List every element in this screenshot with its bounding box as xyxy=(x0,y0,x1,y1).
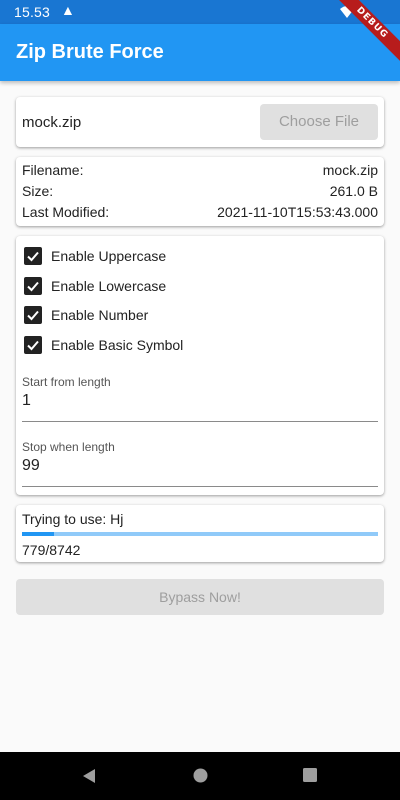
info-row-size: Size: 261.0 B xyxy=(22,183,378,203)
checkbox-lowercase[interactable] xyxy=(24,277,42,295)
options-card: Enable Uppercase Enable Lowercase Enable… xyxy=(16,236,384,495)
recents-icon[interactable] xyxy=(303,768,317,782)
checkbox-label: Enable Basic Symbol xyxy=(51,337,184,353)
warning-icon: ▲ xyxy=(61,2,75,18)
bypass-now-button[interactable]: Bypass Now! xyxy=(16,579,384,615)
stop-length-field[interactable]: Stop when length 99 xyxy=(22,440,378,488)
check-icon xyxy=(27,281,39,292)
info-value: 2021-11-10T15:53:43.000 xyxy=(217,204,378,220)
progress-count: 779/8742 xyxy=(22,542,81,558)
info-label: Size: xyxy=(22,183,54,199)
checkbox-number[interactable] xyxy=(24,306,42,324)
selected-file-name: mock.zip xyxy=(22,114,82,131)
progress-bar xyxy=(22,532,378,536)
field-underline xyxy=(22,486,378,487)
back-icon[interactable] xyxy=(82,768,96,784)
info-label: Filename: xyxy=(22,162,84,178)
progress-card: Trying to use: Hj 779/8742 xyxy=(16,505,384,562)
info-label: Last Modified: xyxy=(22,204,110,220)
stop-length-input[interactable]: 99 xyxy=(22,457,40,475)
debug-banner: DEBUG xyxy=(330,0,400,70)
file-info-card: Filename: mock.zip Size: 261.0 B Last Mo… xyxy=(16,157,384,226)
checkbox-label: Enable Uppercase xyxy=(51,248,167,264)
choose-file-button[interactable]: Choose File xyxy=(260,104,378,140)
checkbox-label: Enable Number xyxy=(51,307,149,323)
debug-banner-label: DEBUG xyxy=(331,0,400,64)
system-nav-bar xyxy=(0,752,400,800)
stop-length-label: Stop when length xyxy=(22,440,115,454)
check-icon xyxy=(27,310,39,321)
start-length-field[interactable]: Start from length 1 xyxy=(22,375,378,423)
check-icon xyxy=(27,251,39,262)
status-time: 15.53 xyxy=(14,4,51,20)
progress-bar-fill xyxy=(22,532,54,536)
file-picker-card: mock.zip Choose File xyxy=(16,97,384,147)
info-value: mock.zip xyxy=(322,162,378,178)
start-length-label: Start from length xyxy=(22,375,111,389)
info-value: 261.0 B xyxy=(329,183,378,199)
checkbox-uppercase[interactable] xyxy=(24,247,42,265)
check-icon xyxy=(27,340,39,351)
app-title: Zip Brute Force xyxy=(16,41,164,63)
checkbox-basic-symbol[interactable] xyxy=(24,336,42,354)
info-row-filename: Filename: mock.zip xyxy=(22,162,378,182)
checkbox-label: Enable Lowercase xyxy=(51,278,167,294)
home-icon[interactable] xyxy=(193,768,208,783)
field-underline xyxy=(22,421,378,422)
start-length-input[interactable]: 1 xyxy=(22,392,31,410)
trying-text: Trying to use: Hj xyxy=(22,511,124,527)
info-row-last-modified: Last Modified: 2021-11-10T15:53:43.000 xyxy=(22,204,378,224)
